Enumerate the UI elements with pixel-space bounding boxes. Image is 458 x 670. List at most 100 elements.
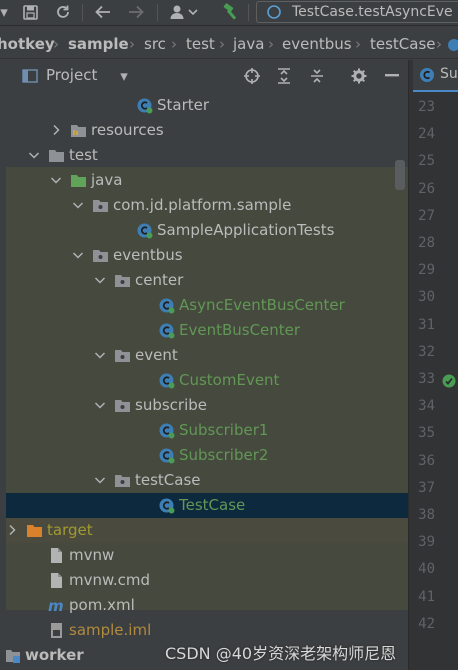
tree-item[interactable]: Subscriber2	[6, 443, 408, 468]
class-icon	[158, 422, 175, 439]
project-pane-header: Project ▾	[6, 60, 408, 93]
view-dropdown-icon[interactable]: ▾	[115, 67, 133, 85]
breadcrumb-chevron-icon: ›	[219, 35, 225, 53]
expand-all-icon[interactable]	[275, 67, 293, 85]
line-number: 23	[418, 99, 435, 115]
breadcrumb-item[interactable]: java	[233, 35, 264, 53]
breadcrumb-item[interactable]: test	[186, 35, 215, 53]
folder-orange-icon	[26, 522, 43, 539]
editor-gutter: 23 24 25 26 27 28 29 30 31 32 33 34 35 36 37 38 39 40 41 42	[408, 60, 458, 670]
line-number: 42	[418, 615, 435, 632]
breadcrumb-class-icon[interactable]	[447, 38, 458, 52]
editor-tab-label: Su	[440, 66, 458, 82]
tree-item-label: SampleApplicationTests	[157, 221, 335, 239]
chevron-down-icon[interactable]	[50, 173, 62, 187]
tree-item[interactable]: com.jd.platform.sample	[6, 193, 408, 218]
tree-item[interactable]: CustomEvent	[6, 368, 408, 393]
run-config-class-icon	[267, 5, 281, 19]
tree-item[interactable]: center	[6, 268, 408, 293]
hide-pane-icon[interactable]	[383, 67, 401, 85]
back-icon[interactable]	[93, 2, 113, 22]
tree-item[interactable]: Subscriber1	[6, 418, 408, 443]
watermark: CSDN @40岁资深老架构师尼恩	[165, 644, 397, 663]
breadcrumb-item[interactable]: hotkey	[0, 35, 55, 53]
tree-item-label: mvnw	[69, 546, 115, 564]
line-number: 33	[418, 371, 435, 387]
folder-green-icon	[70, 172, 87, 189]
chevron-down-icon[interactable]	[28, 148, 40, 162]
chevron-right-icon[interactable]	[50, 123, 62, 137]
project-pane-title[interactable]: Project	[46, 66, 97, 84]
line-number: 24	[418, 126, 435, 143]
sync-icon[interactable]	[53, 2, 73, 22]
breadcrumb-item[interactable]: eventbus	[282, 35, 352, 53]
collapse-all-icon[interactable]	[308, 67, 326, 85]
tree-item[interactable]: Starter	[6, 93, 408, 118]
line-number: 39	[418, 534, 435, 551]
tree-item-label: java	[91, 171, 123, 189]
tree-item-label: event	[135, 346, 178, 364]
tree-item-label: CustomEvent	[179, 371, 280, 389]
chevron-down-icon[interactable]	[72, 248, 84, 262]
chevron-down-icon[interactable]	[94, 473, 106, 487]
tree-item-label: worker	[25, 646, 84, 664]
breadcrumb-item[interactable]: sample	[68, 35, 129, 53]
tree-item[interactable]: test	[6, 143, 408, 168]
tree-item-label: test	[69, 146, 98, 164]
tree-item[interactable]: EventBusCenter	[6, 318, 408, 343]
tree-item[interactable]: TestCase	[6, 493, 408, 518]
tree-item[interactable]: SampleApplicationTests	[6, 218, 408, 243]
maven-icon: m	[48, 597, 65, 614]
tree-item[interactable]: mvnw.cmd	[6, 568, 408, 593]
chevron-down-icon[interactable]	[94, 348, 106, 362]
folder-res-icon	[70, 122, 87, 139]
dropdown-arrow-icon[interactable]: ▾	[0, 2, 14, 22]
tree-item[interactable]: mvnw	[6, 543, 408, 568]
run-test-gutter-icon[interactable]	[441, 373, 457, 389]
tree-item[interactable]: java	[6, 168, 408, 193]
tree-item-label: eventbus	[113, 246, 183, 264]
toolbar-separator	[157, 4, 158, 21]
line-number: 34	[418, 398, 435, 415]
tree-item[interactable]: resources	[6, 118, 408, 143]
project-view-icon	[21, 67, 39, 85]
tree-item[interactable]: eventbus	[6, 243, 408, 268]
locate-target-icon[interactable]	[243, 67, 261, 85]
chevron-down-icon[interactable]	[94, 398, 106, 412]
tree-item-label: EventBusCenter	[179, 321, 301, 339]
main-toolbar: ▾ TestCase.testAsyncEve	[0, 0, 458, 26]
run-configuration-selector[interactable]: TestCase.testAsyncEve	[256, 1, 458, 23]
user-dropdown-icon[interactable]	[168, 2, 200, 22]
breadcrumb-item[interactable]: src	[144, 35, 166, 53]
class-icon	[136, 222, 153, 239]
tree-item[interactable]: testCase	[6, 468, 408, 493]
tree-scrollbar-thumb[interactable]	[395, 160, 405, 190]
chevron-right-icon[interactable]	[6, 523, 18, 537]
breadcrumb-chevron-icon: ›	[171, 35, 177, 53]
tree-item[interactable]: target	[6, 518, 408, 543]
save-icon[interactable]	[20, 2, 40, 22]
project-tree: Starter resources test java com.jd.platform.…	[6, 92, 408, 670]
file-icon	[48, 547, 65, 564]
forward-icon[interactable]	[126, 2, 146, 22]
tree-item[interactable]: m pom.xml	[6, 593, 408, 618]
tree-item[interactable]: subscribe	[6, 393, 408, 418]
breadcrumb-chevron-icon: ›	[53, 35, 59, 53]
line-number: 27	[418, 207, 435, 224]
editor-tab[interactable]: Su	[413, 60, 458, 92]
build-hammer-icon[interactable]	[221, 2, 241, 22]
toolbar-separator	[82, 4, 83, 21]
package-icon	[92, 247, 109, 264]
breadcrumb-chevron-icon: ›	[129, 35, 135, 53]
tree-item[interactable]: AsyncEventBusCenter	[6, 293, 408, 318]
folder-module-icon	[6, 647, 21, 664]
chevron-down-icon[interactable]	[94, 273, 106, 287]
chevron-down-icon[interactable]	[72, 198, 84, 212]
class-icon	[136, 97, 153, 114]
tree-item-label: Subscriber2	[179, 446, 269, 464]
tree-item-label: center	[135, 271, 184, 289]
breadcrumb-chevron-icon: ›	[268, 35, 274, 53]
settings-gear-icon[interactable]	[350, 67, 368, 85]
breadcrumb-item[interactable]: testCase	[370, 35, 436, 53]
tree-item[interactable]: event	[6, 343, 408, 368]
